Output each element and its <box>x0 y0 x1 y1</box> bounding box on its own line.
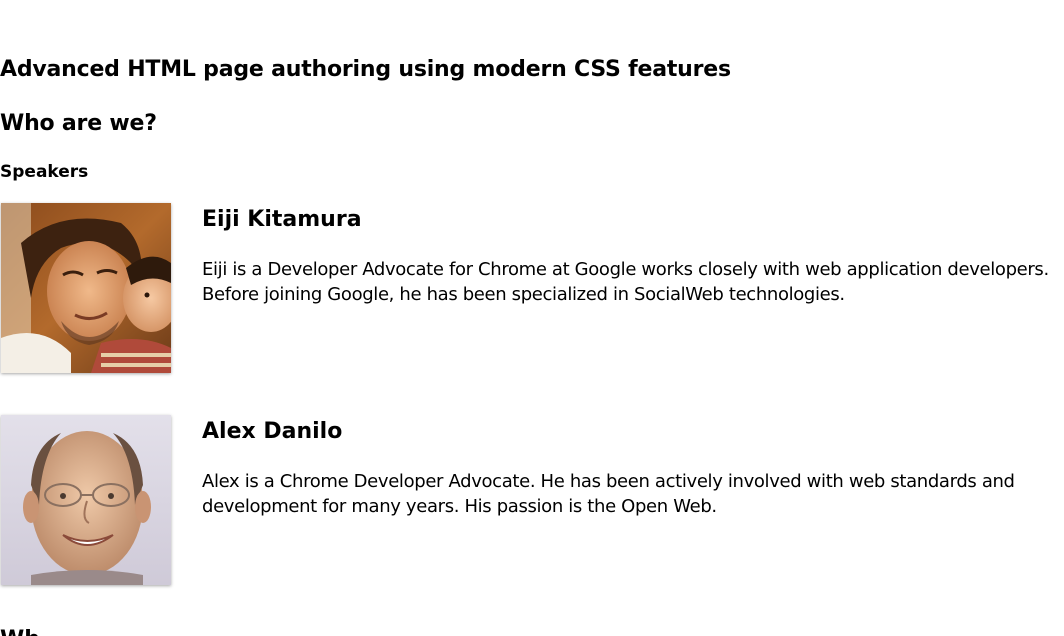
speaker-bio: Alex is a Chrome Developer Advocate. He … <box>202 471 1015 517</box>
subsection-heading: Speakers <box>0 162 89 182</box>
page-title: Advanced HTML page authoring using moder… <box>0 57 731 82</box>
speaker-name: Alex Danilo <box>202 419 343 444</box>
next-section-heading: Wh <box>0 626 40 636</box>
speaker-photo-alex <box>1 415 171 585</box>
page: Advanced HTML page authoring using moder… <box>0 0 1064 636</box>
speaker-name: Eiji Kitamura <box>202 207 362 232</box>
person-photo-icon <box>1 415 171 585</box>
speaker-bio: Eiji is a Developer Advocate for Chrome … <box>202 259 1049 305</box>
speaker-photo-eiji <box>1 203 171 373</box>
section-heading: Who are we? <box>0 111 157 136</box>
person-photo-icon <box>1 203 171 373</box>
